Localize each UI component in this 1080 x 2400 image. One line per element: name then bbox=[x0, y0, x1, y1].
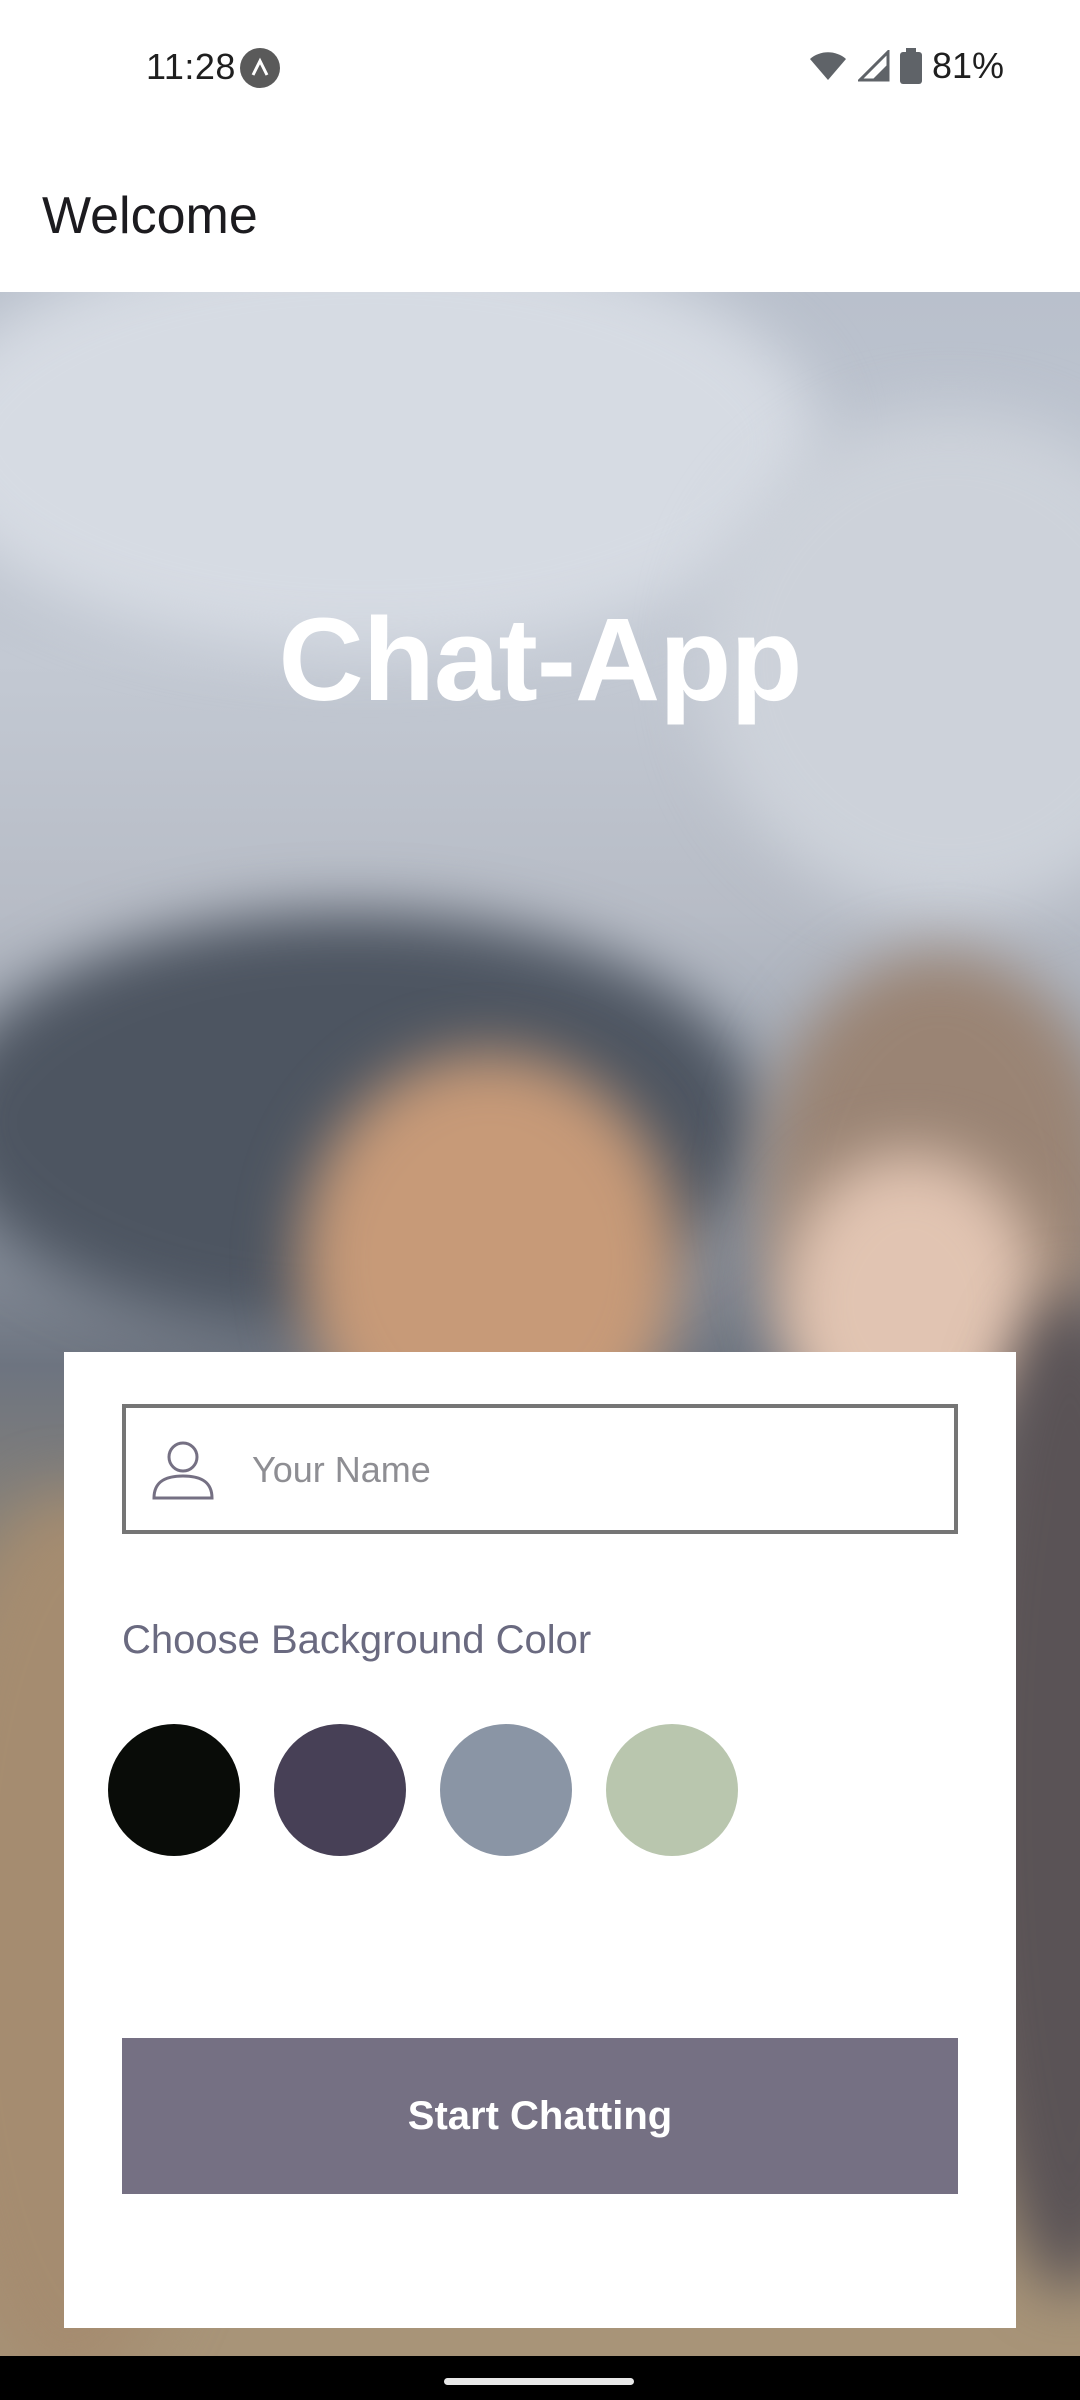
status-indicators: 81% bbox=[808, 45, 1004, 86]
color-swatches bbox=[108, 1724, 738, 1856]
app-name-heading: Chat-App bbox=[278, 594, 803, 726]
navigation-bar bbox=[0, 2356, 1080, 2400]
page-title: Welcome bbox=[42, 187, 258, 245]
person-icon bbox=[152, 1441, 214, 1500]
status-time: 11:28 bbox=[146, 46, 236, 87]
home-gesture-handle[interactable] bbox=[444, 2378, 634, 2385]
name-input[interactable] bbox=[252, 1438, 932, 1502]
cellular-signal-icon bbox=[857, 50, 890, 82]
color-swatch-sage-green[interactable] bbox=[606, 1724, 738, 1856]
battery-percentage: 81% bbox=[931, 45, 1004, 86]
start-chatting-button[interactable]: Start Chatting bbox=[122, 2038, 958, 2194]
wifi-icon bbox=[809, 52, 846, 80]
start-form-card: Choose Background Color Start Chatting bbox=[64, 1352, 1016, 2328]
app-notification-icon bbox=[240, 48, 280, 88]
name-field[interactable] bbox=[122, 1404, 958, 1534]
app-bar: Welcome bbox=[0, 136, 1080, 292]
color-swatch-grey-blue[interactable] bbox=[440, 1724, 572, 1856]
status-bar: 11:28 81% bbox=[0, 0, 1080, 136]
battery-icon bbox=[899, 48, 922, 84]
color-swatch-purple[interactable] bbox=[274, 1724, 406, 1856]
color-swatch-black[interactable] bbox=[108, 1724, 240, 1856]
background-color-label: Choose Background Color bbox=[122, 1618, 592, 1662]
